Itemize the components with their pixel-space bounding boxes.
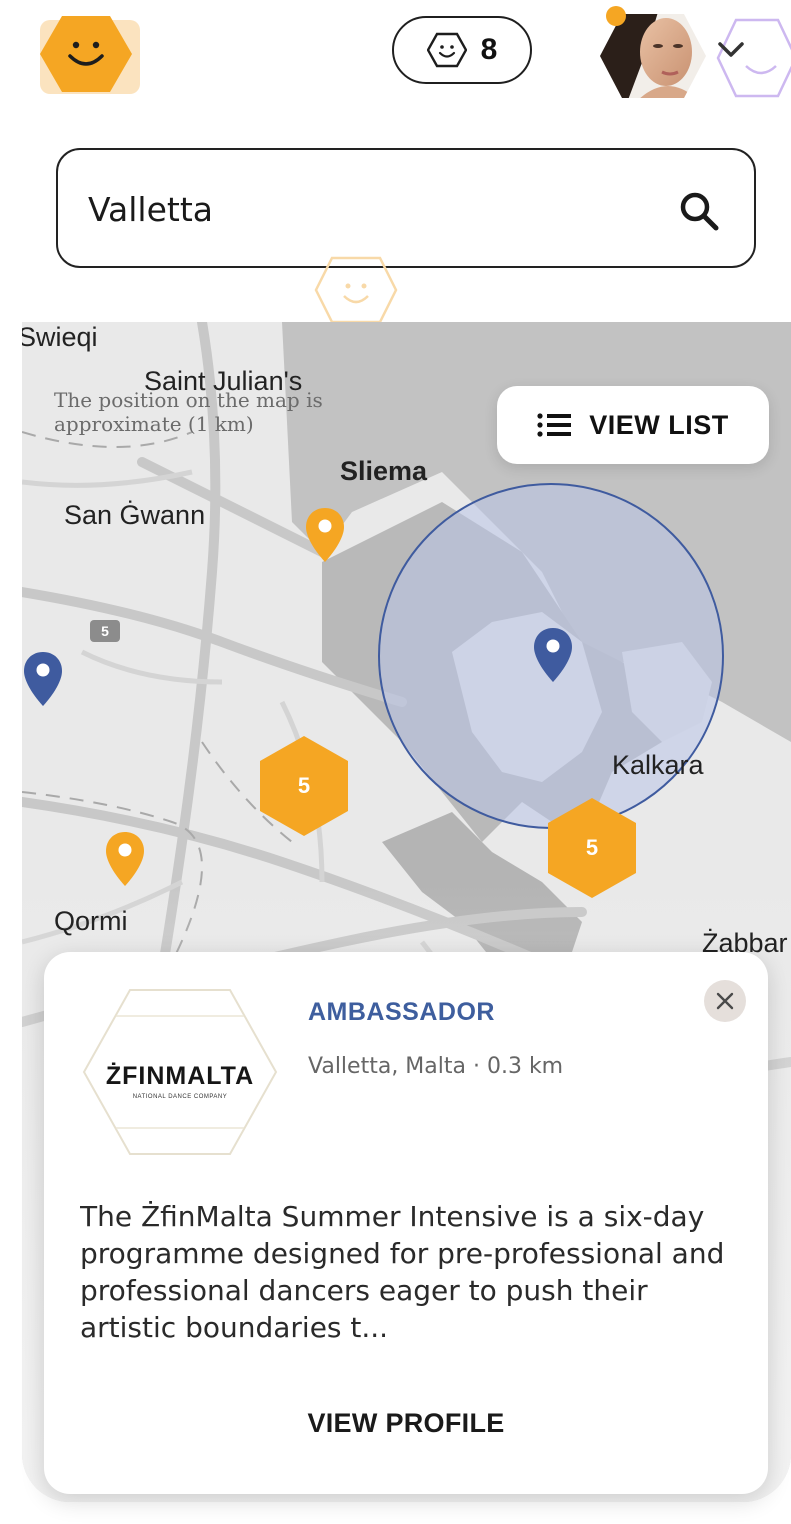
logo-subtext: NATIONAL DANCE COMPANY [133, 1094, 228, 1100]
location-pin-selected[interactable] [532, 626, 574, 684]
search-icon[interactable] [678, 190, 720, 232]
profile-card[interactable]: ŻFINMALTA NATIONAL DANCE COMPANY AMBASSA… [44, 952, 768, 1494]
search-input[interactable] [86, 180, 650, 238]
list-icon [537, 413, 572, 437]
map-label-kalkara: Kalkara [612, 750, 704, 780]
organisation-logo[interactable]: ŻFINMALTA NATIONAL DANCE COMPANY [82, 986, 278, 1158]
close-icon [716, 992, 734, 1010]
map-label-san-gwann: San Ġwann [64, 500, 206, 530]
map-cluster[interactable]: 5 [544, 796, 640, 900]
location-pin-orange[interactable] [104, 830, 146, 888]
chevron-down-icon[interactable] [716, 38, 746, 62]
close-button[interactable] [704, 980, 746, 1022]
notification-dot [606, 6, 626, 26]
app-logo[interactable] [36, 14, 142, 96]
map-label-sliema: Sliema [340, 456, 428, 486]
location-pin-blue[interactable] [22, 650, 64, 708]
view-profile-button[interactable]: VIEW PROFILE [306, 1408, 506, 1439]
map-label-qormi: Qormi [54, 906, 128, 936]
counter-value: 8 [480, 33, 498, 66]
map-label-swieqi: Swieqi [22, 322, 98, 352]
profile-description: The ŻfinMalta Summer Intensive is a six-… [80, 1200, 725, 1344]
view-list-label: VIEW LIST [589, 409, 729, 440]
road-number: 5 [101, 623, 109, 639]
smile-counter-badge[interactable]: 8 [392, 16, 532, 84]
location-pin-orange[interactable] [304, 506, 346, 564]
cluster-count: 5 [585, 835, 599, 860]
cluster-count: 5 [297, 773, 311, 798]
view-list-button[interactable]: VIEW LIST [497, 386, 769, 464]
decorative-smiley-outline-icon [314, 256, 398, 322]
profile-location: Valletta, Malta · 0.3 km [308, 1054, 564, 1079]
map-cluster[interactable]: 5 [256, 734, 352, 838]
search-bar[interactable] [56, 148, 756, 268]
smiley-hexagon-icon [40, 16, 140, 94]
smiley-hexagon-outline-icon [426, 32, 467, 68]
approximate-position-note: The position on the map is approximate (… [54, 388, 323, 436]
profile-type-tag: AMBASSADOR [308, 998, 495, 1026]
logo-text: ŻFINMALTA [106, 1062, 254, 1090]
